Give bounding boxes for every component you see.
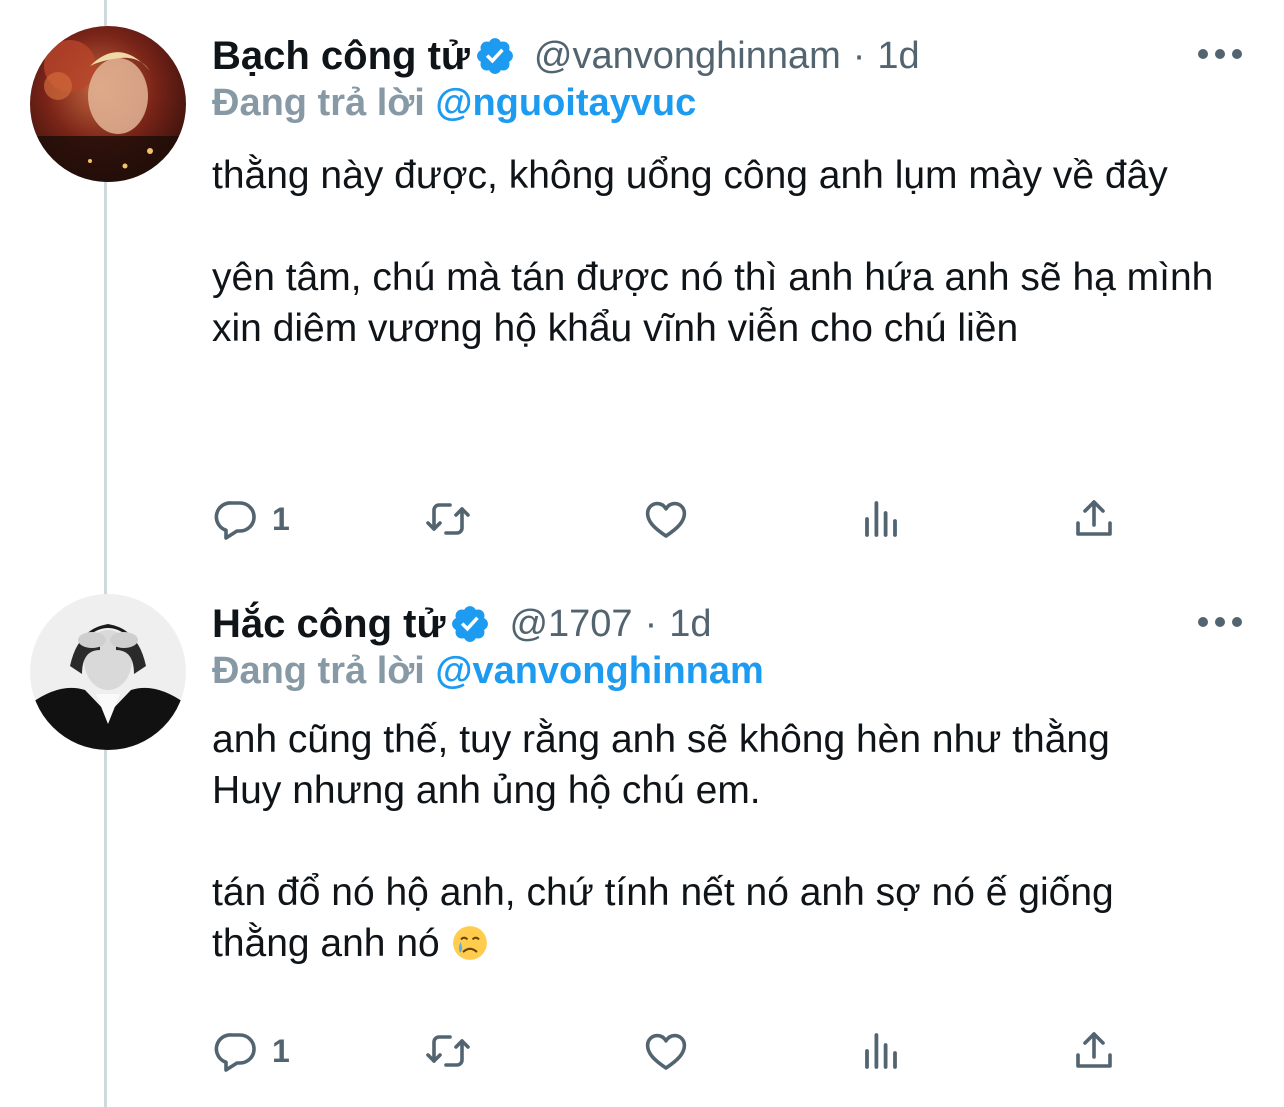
verified-badge-icon xyxy=(476,38,513,74)
reply-count: 1 xyxy=(272,1032,290,1069)
reply-count: 1 xyxy=(272,500,290,537)
retweet-icon xyxy=(426,1035,470,1067)
like-button[interactable] xyxy=(642,494,690,544)
avatar[interactable] xyxy=(30,26,186,182)
tweet-paragraph: thằng này được, không uổng công anh lụm … xyxy=(212,154,1168,197)
crying-face-emoji xyxy=(452,926,487,960)
more-icon[interactable] xyxy=(1198,612,1242,632)
analytics-icon xyxy=(865,1033,897,1069)
reply-button[interactable]: 1 xyxy=(212,494,290,544)
share-button[interactable] xyxy=(1070,494,1118,544)
avatar[interactable] xyxy=(30,594,186,750)
retweet-button[interactable] xyxy=(424,1026,472,1076)
reply-icon xyxy=(214,501,256,540)
share-button[interactable] xyxy=(1070,1026,1118,1076)
like-icon xyxy=(645,501,687,538)
reply-handle-link[interactable]: @nguoitayvuc xyxy=(435,82,696,124)
reply-prefix: Đang trả lời xyxy=(212,82,425,124)
handle[interactable]: @vanvonghinnam xyxy=(534,35,841,78)
analytics-icon xyxy=(865,501,897,537)
timestamp[interactable]: 1d xyxy=(669,603,711,646)
display-name[interactable]: Bạch công tử xyxy=(212,34,470,79)
reply-handle-link[interactable]: @vanvonghinnam xyxy=(435,650,763,692)
tweet[interactable]: Bạch công tử @vanvonghinnam · 1d Đang tr… xyxy=(0,0,1284,580)
analytics-button[interactable] xyxy=(857,1026,905,1076)
handle[interactable]: @1707 xyxy=(509,603,632,646)
tweet-paragraph: tán đổ nó hộ anh, chứ tính nết nó anh sợ… xyxy=(212,871,1114,965)
tweet-paragraph: anh cũng thế, tuy rằng anh sẽ không hèn … xyxy=(212,718,1110,812)
reply-button[interactable]: 1 xyxy=(212,1026,290,1076)
like-button[interactable] xyxy=(642,1026,690,1076)
separator: · xyxy=(852,34,866,77)
tweet-paragraph: yên tâm, chú mà tán được nó thì anh hứa … xyxy=(212,256,1214,350)
reply-to: Đang trả lời @nguoitayvuc xyxy=(212,82,696,125)
reply-to: Đang trả lời @vanvonghinnam xyxy=(212,650,764,693)
tweet-header: Bạch công tử @vanvonghinnam · 1d xyxy=(212,26,920,86)
more-icon[interactable] xyxy=(1198,44,1242,64)
reply-prefix: Đang trả lời xyxy=(212,650,425,692)
share-icon xyxy=(1076,500,1112,536)
action-bar: 1 xyxy=(212,1026,1132,1076)
retweet-button[interactable] xyxy=(424,494,472,544)
reply-icon xyxy=(214,1033,256,1072)
display-name[interactable]: Hắc công tử xyxy=(212,602,445,647)
tweet-text: thằng này được, không uổng công anh lụm … xyxy=(212,150,1252,354)
like-icon xyxy=(645,1033,687,1070)
retweet-icon xyxy=(426,503,470,535)
timestamp[interactable]: 1d xyxy=(877,35,919,78)
tweet-text: anh cũng thế, tuy rằng anh sẽ không hèn … xyxy=(212,714,1172,969)
analytics-button[interactable] xyxy=(857,494,905,544)
action-bar: 1 xyxy=(212,494,1132,544)
separator: · xyxy=(644,602,658,645)
verified-badge-icon xyxy=(452,606,489,642)
tweet-header: Hắc công tử @1707 · 1d xyxy=(212,594,712,654)
share-icon xyxy=(1076,1032,1112,1068)
tweet[interactable]: Hắc công tử @1707 · 1d Đang trả lời @van… xyxy=(0,580,1284,1107)
